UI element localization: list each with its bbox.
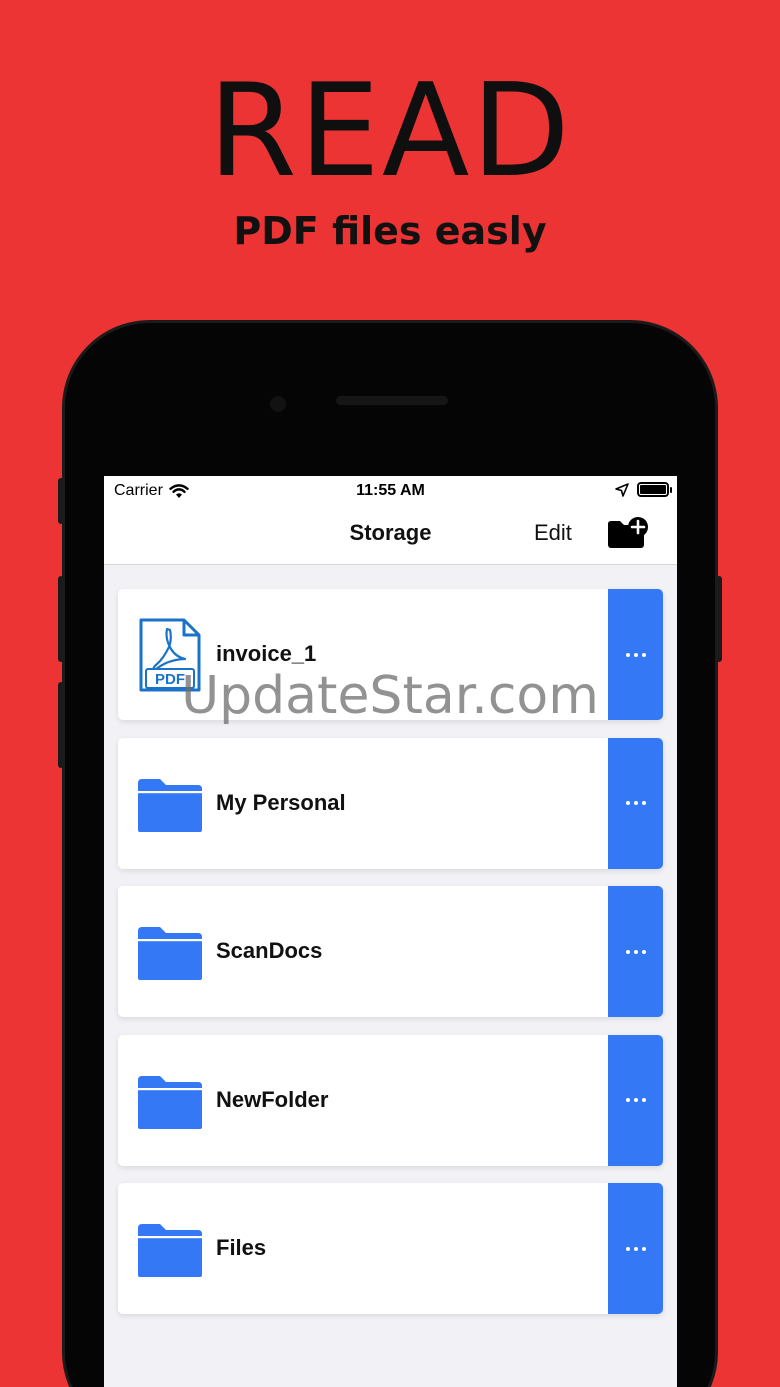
- more-button[interactable]: [608, 737, 663, 869]
- list-item-invoice-1[interactable]: PDF invoice_1: [118, 589, 663, 720]
- list-item-scandocs[interactable]: ScanDocs: [118, 886, 663, 1017]
- list-item-label: My Personal: [216, 789, 346, 815]
- front-camera: [270, 396, 286, 412]
- earpiece-speaker: [336, 396, 448, 405]
- more-button[interactable]: [608, 1183, 663, 1314]
- nav-title: Storage: [349, 520, 432, 545]
- list-item-label: NewFolder: [216, 1086, 329, 1112]
- status-bar: Carrier 11:55 AM: [104, 476, 677, 506]
- more-button[interactable]: [608, 589, 663, 720]
- more-button[interactable]: [608, 886, 663, 1017]
- list-item-label: ScanDocs: [216, 938, 323, 963]
- list-item-newfolder[interactable]: NewFolder: [118, 1034, 663, 1166]
- list-item-label: invoice_1: [216, 641, 317, 666]
- promo-subline: PDF files easly: [233, 209, 547, 253]
- list-item-files[interactable]: Files: [118, 1183, 663, 1314]
- list-item-my-personal[interactable]: My Personal: [118, 737, 663, 869]
- more-button[interactable]: [608, 1034, 663, 1166]
- folder-icon: [138, 1224, 202, 1277]
- pdf-icon-text: PDF: [155, 671, 185, 688]
- folder-icon: [138, 778, 202, 832]
- folder-plus-icon[interactable]: [606, 516, 650, 550]
- location-arrow-icon: [615, 482, 629, 497]
- pdf-file-icon: PDF: [139, 618, 201, 692]
- promo-headline: READ: [208, 57, 572, 206]
- phone-screen: Carrier 11:55 AM Storage Edit PDF invoic…: [104, 476, 677, 1387]
- edit-button[interactable]: Edit: [534, 520, 572, 546]
- navigation-bar: Storage Edit: [104, 506, 677, 565]
- more-dots-icon: [625, 1098, 646, 1102]
- folder-icon: [138, 1075, 202, 1129]
- more-dots-icon: [625, 652, 646, 657]
- battery-icon: [637, 482, 672, 497]
- storage-list: PDF invoice_1 My Personal ScanDocs NewFo…: [118, 589, 663, 1332]
- more-dots-icon: [625, 801, 646, 805]
- more-dots-icon: [625, 1246, 646, 1251]
- status-right-group: [615, 482, 672, 497]
- more-dots-icon: [625, 949, 646, 954]
- status-time: 11:55 AM: [356, 482, 425, 499]
- list-item-label: Files: [216, 1235, 267, 1260]
- folder-icon: [138, 927, 202, 980]
